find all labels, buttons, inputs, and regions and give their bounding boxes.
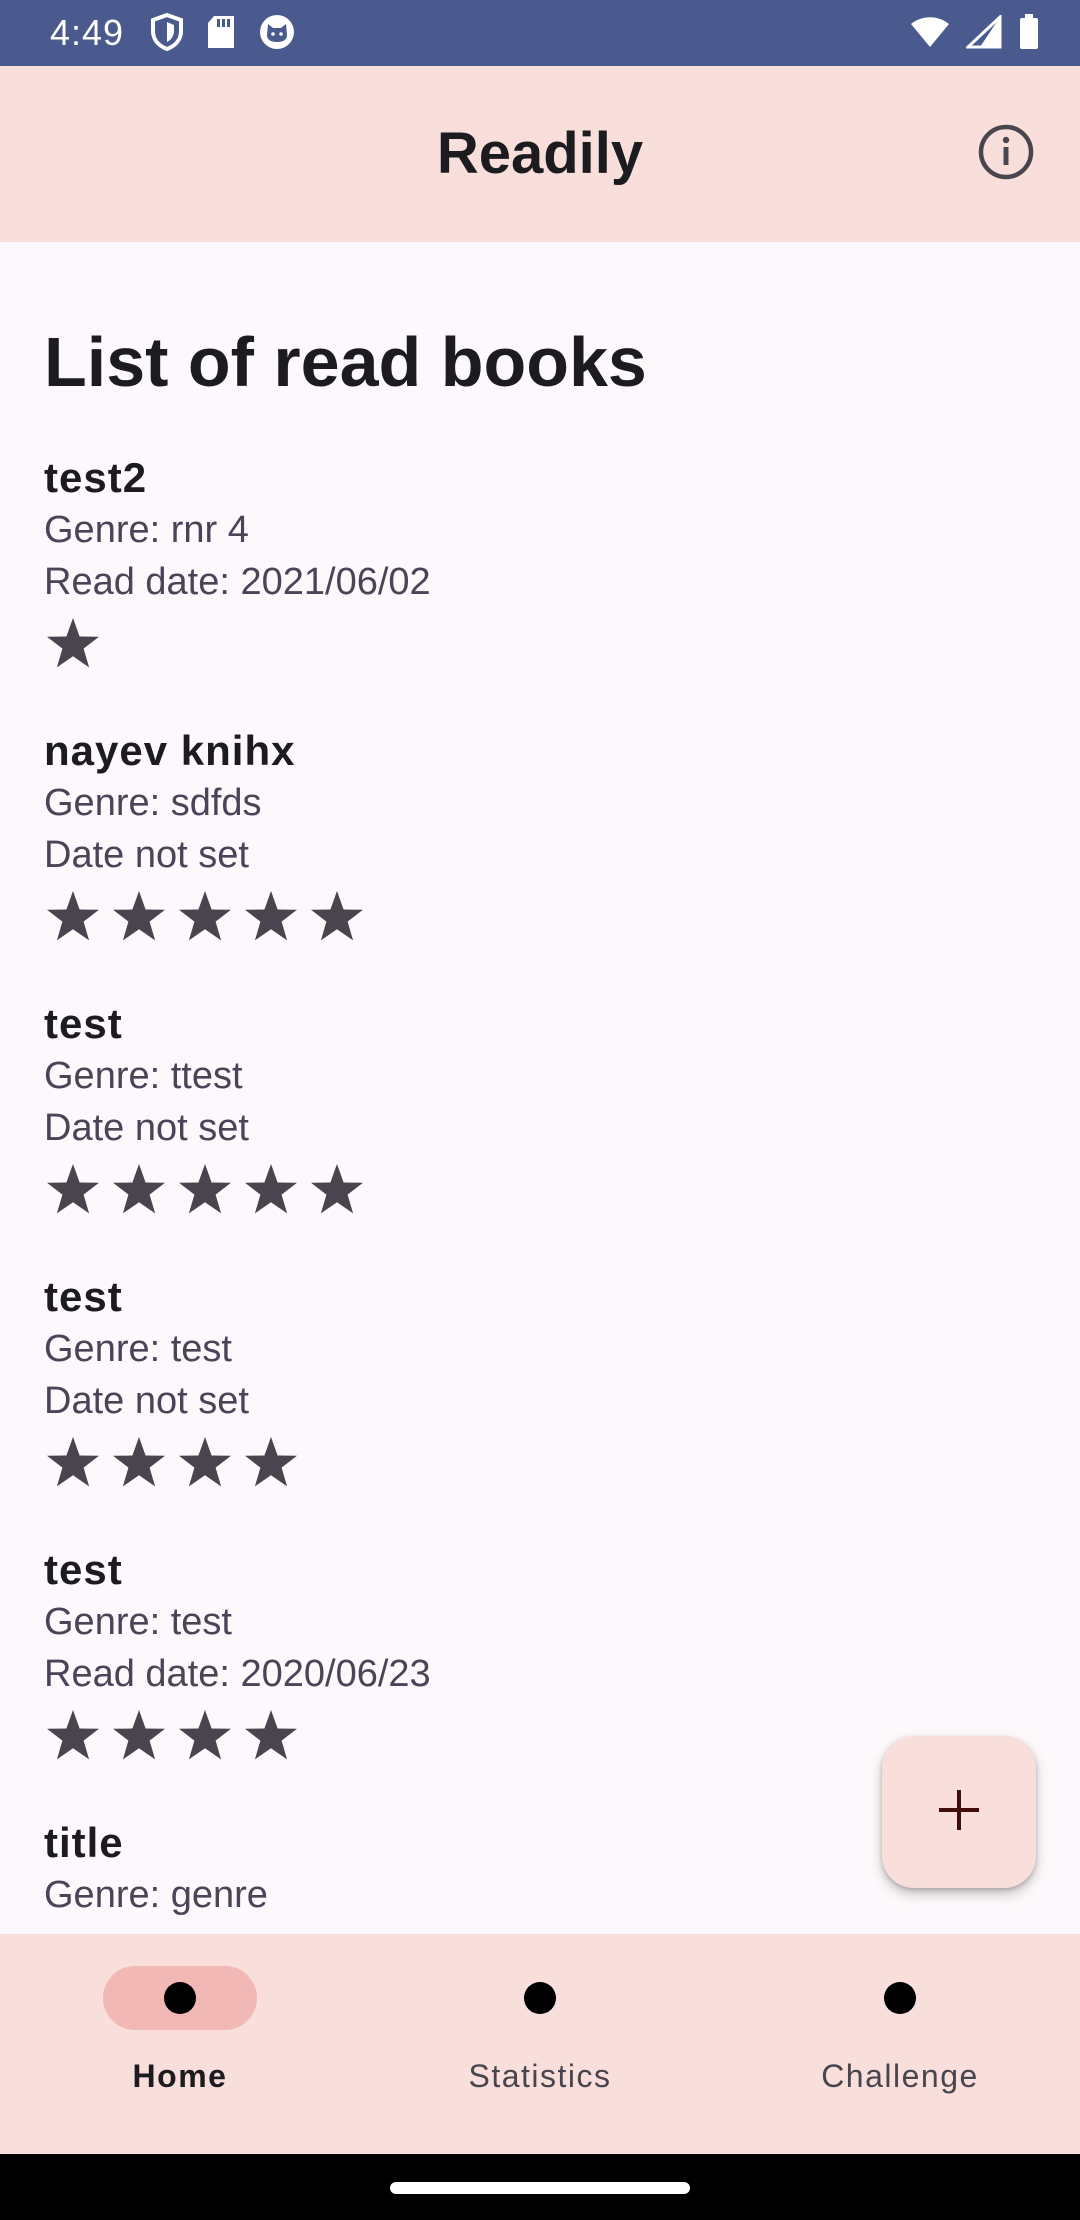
nav-item-home[interactable]: Home bbox=[0, 1934, 360, 2154]
star-icon bbox=[308, 888, 366, 946]
nav-label: Statistics bbox=[468, 2058, 612, 2094]
star-icon bbox=[44, 615, 102, 673]
book-title: nayev knihx bbox=[44, 727, 296, 774]
wifi-icon bbox=[910, 15, 950, 49]
battery-icon bbox=[1018, 14, 1040, 50]
book-rating bbox=[44, 1433, 1024, 1493]
book-title: test bbox=[44, 1546, 123, 1593]
top-app-bar: Readily bbox=[0, 66, 1080, 242]
book-rating bbox=[44, 1706, 1024, 1766]
signal-icon bbox=[966, 15, 1002, 49]
book-read-date: Read date: 2020/06/23 bbox=[44, 1653, 431, 1695]
home-gesture-handle[interactable] bbox=[390, 2182, 690, 2194]
star-icon bbox=[110, 888, 168, 946]
nav-label: Home bbox=[132, 2058, 228, 2094]
book-genre: Genre: sdfds bbox=[44, 782, 262, 824]
status-bar: 4:49 bbox=[0, 0, 1080, 66]
info-icon bbox=[977, 123, 1035, 186]
shield-icon bbox=[150, 12, 184, 52]
main-content[interactable]: List of read books test2 Genre: rnr 4 Read… bbox=[0, 242, 1080, 1934]
nav-item-statistics[interactable]: Statistics bbox=[360, 1934, 720, 2154]
book-title: test bbox=[44, 1273, 123, 1320]
plus-icon bbox=[937, 1788, 981, 1837]
book-list-item[interactable]: test Genre: test Read date: 2020/06/23 bbox=[44, 1544, 1024, 1817]
nav-item-challenge[interactable]: Challenge bbox=[720, 1934, 1080, 2154]
app-screen: 4:49 Readily List of read books test2 Ge… bbox=[0, 0, 1080, 2220]
nav-indicator bbox=[823, 1966, 977, 2030]
book-title: title bbox=[44, 1819, 124, 1866]
book-genre: Genre: test bbox=[44, 1601, 232, 1643]
book-genre: Genre: test bbox=[44, 1328, 232, 1370]
book-rating bbox=[44, 614, 1024, 674]
status-right-icons bbox=[910, 14, 1040, 50]
book-list-item[interactable]: test Genre: test Date not set bbox=[44, 1271, 1024, 1544]
nav-indicator bbox=[463, 1966, 617, 2030]
add-book-button[interactable] bbox=[882, 1736, 1036, 1888]
star-icon bbox=[44, 888, 102, 946]
star-icon bbox=[308, 1161, 366, 1219]
star-icon bbox=[176, 1161, 234, 1219]
page-title: List of read books bbox=[44, 323, 647, 401]
star-icon bbox=[110, 1707, 168, 1765]
star-icon bbox=[242, 1434, 300, 1492]
book-title: test2 bbox=[44, 454, 148, 501]
book-read-date: Date not set bbox=[44, 1107, 249, 1149]
star-icon bbox=[242, 888, 300, 946]
book-genre: Genre: ttest bbox=[44, 1055, 243, 1097]
book-genre: Genre: rnr 4 bbox=[44, 509, 249, 551]
book-read-date: Date not set bbox=[44, 1380, 249, 1422]
star-icon bbox=[44, 1707, 102, 1765]
status-time: 4:49 bbox=[50, 12, 125, 53]
sd-card-icon bbox=[206, 14, 236, 50]
system-navigation-bar bbox=[0, 2154, 1080, 2220]
book-rating bbox=[44, 1160, 1024, 1220]
star-icon bbox=[176, 1707, 234, 1765]
app-title: Readily bbox=[436, 121, 644, 186]
dot-icon bbox=[884, 1982, 916, 2014]
info-button[interactable] bbox=[976, 124, 1036, 184]
book-read-date: Date not set bbox=[44, 834, 249, 876]
star-icon bbox=[242, 1161, 300, 1219]
book-list-item[interactable]: title Genre: genre bbox=[44, 1817, 1024, 1934]
nav-active-indicator bbox=[103, 1966, 257, 2030]
star-icon bbox=[44, 1434, 102, 1492]
star-icon bbox=[110, 1434, 168, 1492]
star-icon bbox=[242, 1707, 300, 1765]
book-list-item[interactable]: test2 Genre: rnr 4 Read date: 2021/06/02 bbox=[44, 452, 1024, 725]
book-read-date: Read date: 2021/06/02 bbox=[44, 561, 431, 603]
book-title: test bbox=[44, 1000, 123, 1047]
nav-label: Challenge bbox=[821, 2058, 979, 2094]
book-list-item[interactable]: nayev knihx Genre: sdfds Date not set bbox=[44, 725, 1024, 998]
star-icon bbox=[110, 1161, 168, 1219]
star-icon bbox=[176, 1434, 234, 1492]
bottom-navigation: Home Statistics Challenge bbox=[0, 1934, 1080, 2154]
book-list-item[interactable]: test Genre: ttest Date not set bbox=[44, 998, 1024, 1271]
dot-icon bbox=[524, 1982, 556, 2014]
star-icon bbox=[176, 888, 234, 946]
book-genre: Genre: genre bbox=[44, 1874, 268, 1916]
cat-icon bbox=[258, 13, 296, 51]
dot-icon bbox=[164, 1982, 196, 2014]
status-left-icons bbox=[150, 12, 296, 52]
star-icon bbox=[44, 1161, 102, 1219]
book-rating bbox=[44, 887, 1024, 947]
book-list[interactable]: test2 Genre: rnr 4 Read date: 2021/06/02 na… bbox=[44, 452, 1024, 1934]
